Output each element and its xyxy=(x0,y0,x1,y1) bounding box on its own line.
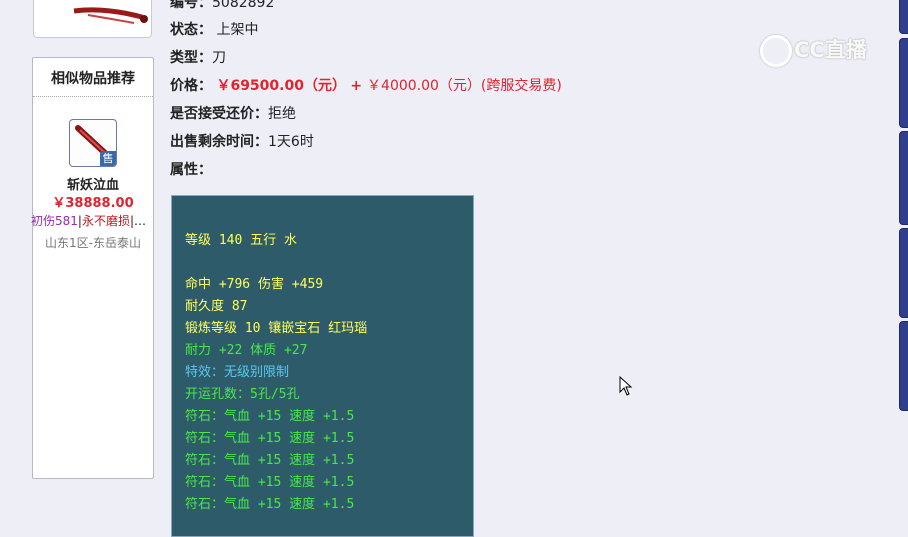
similar-items-panel: 相似物品推荐 售 斩妖泣血 ￥38888.00 初伤581|永不磨损|… 山东1… xyxy=(31,57,155,479)
status-row: 状态： 上架中 xyxy=(170,19,258,39)
mouse-cursor-icon xyxy=(619,376,633,396)
sword-image xyxy=(73,7,148,24)
item-stats-box: 等级 140 五行 水 命中 +796 伤害 +459 耐久度 87 锻炼等级 … xyxy=(171,195,474,537)
recommended-item-name[interactable]: 斩妖泣血 xyxy=(33,174,153,193)
stat-line: 命中 +796 伤害 +459 xyxy=(185,277,324,292)
stat-line: 耐久度 87 xyxy=(185,299,248,314)
tag-initial-damage: 初伤581 xyxy=(31,214,78,228)
stat-line: 开运孔数：5孔/5孔 xyxy=(185,387,300,402)
serial-value: 5082892 xyxy=(212,0,275,11)
attributes-label: 属性： xyxy=(170,162,212,178)
stat-line: 符石：气血 +15 速度 +1.5 xyxy=(185,409,355,424)
price-label: 价格： xyxy=(170,78,212,94)
price-plus: + xyxy=(350,78,368,94)
remaining-time-row: 出售剩余时间：1天6时 xyxy=(170,131,314,151)
type-value: 刀 xyxy=(212,50,226,66)
type-label: 类型： xyxy=(170,50,212,66)
cc-logo-icon xyxy=(760,35,792,67)
counter-offer-row: 是否接受还价：拒绝 xyxy=(170,103,296,123)
side-tab-5[interactable] xyxy=(899,321,908,411)
cross-server-fee: ￥4000.00（元）(跨服交易费) xyxy=(367,78,562,94)
sale-badge: 售 xyxy=(100,151,116,166)
price-row: 价格： ￥69500.00（元） + ￥4000.00（元）(跨服交易费) xyxy=(170,75,562,95)
counter-offer-label: 是否接受还价： xyxy=(170,106,268,122)
counter-offer-value: 拒绝 xyxy=(268,106,296,122)
recommended-item-icon[interactable]: 售 xyxy=(69,119,117,167)
side-tab-3[interactable] xyxy=(899,131,908,225)
stat-line: 符石：气血 +15 速度 +1.5 xyxy=(185,497,355,512)
side-tab-1[interactable] xyxy=(899,0,908,34)
side-tab-2[interactable] xyxy=(899,38,908,128)
remaining-time-label: 出售剩余时间： xyxy=(170,134,268,150)
stat-line: 锻炼等级 10 镶嵌宝石 红玛瑙 xyxy=(185,321,368,336)
side-tab-4[interactable] xyxy=(899,228,908,318)
price-value: ￥69500.00（元） xyxy=(216,78,346,94)
serial-label: 编号： xyxy=(170,0,212,11)
status-value: 上架中 xyxy=(212,22,259,38)
recommended-item-server: 山东1区-东岳泰山 xyxy=(45,236,141,250)
item-thumbnail-top[interactable] xyxy=(33,0,152,38)
stat-line: 等级 140 五行 水 xyxy=(185,233,297,248)
cc-live-watermark: CC直播 xyxy=(760,34,867,67)
remaining-time-value: 1天6时 xyxy=(268,134,314,150)
panel-title: 相似物品推荐 xyxy=(33,58,153,97)
stat-line: 符石：气血 +15 速度 +1.5 xyxy=(185,431,355,446)
stat-line: 耐力 +22 体质 +27 xyxy=(185,343,308,358)
serial-row: 编号：5082892 xyxy=(170,0,274,12)
recommended-item-price: ￥38888.00 xyxy=(52,196,134,211)
watermark-text: CC直播 xyxy=(794,38,867,62)
type-row: 类型：刀 xyxy=(170,47,226,67)
stat-line: 符石：气血 +15 速度 +1.5 xyxy=(185,475,355,490)
stat-line: 符石：气血 +15 速度 +1.5 xyxy=(185,453,355,468)
tag-never-wear: 永不磨损 xyxy=(81,214,130,228)
status-label: 状态： xyxy=(170,22,212,38)
recommended-item-tags: 初伤581|永不磨损|… xyxy=(31,212,155,229)
attributes-row: 属性： xyxy=(170,159,212,179)
tag-more: |… xyxy=(129,214,147,228)
stat-line: 特效：无级别限制 xyxy=(185,365,290,380)
